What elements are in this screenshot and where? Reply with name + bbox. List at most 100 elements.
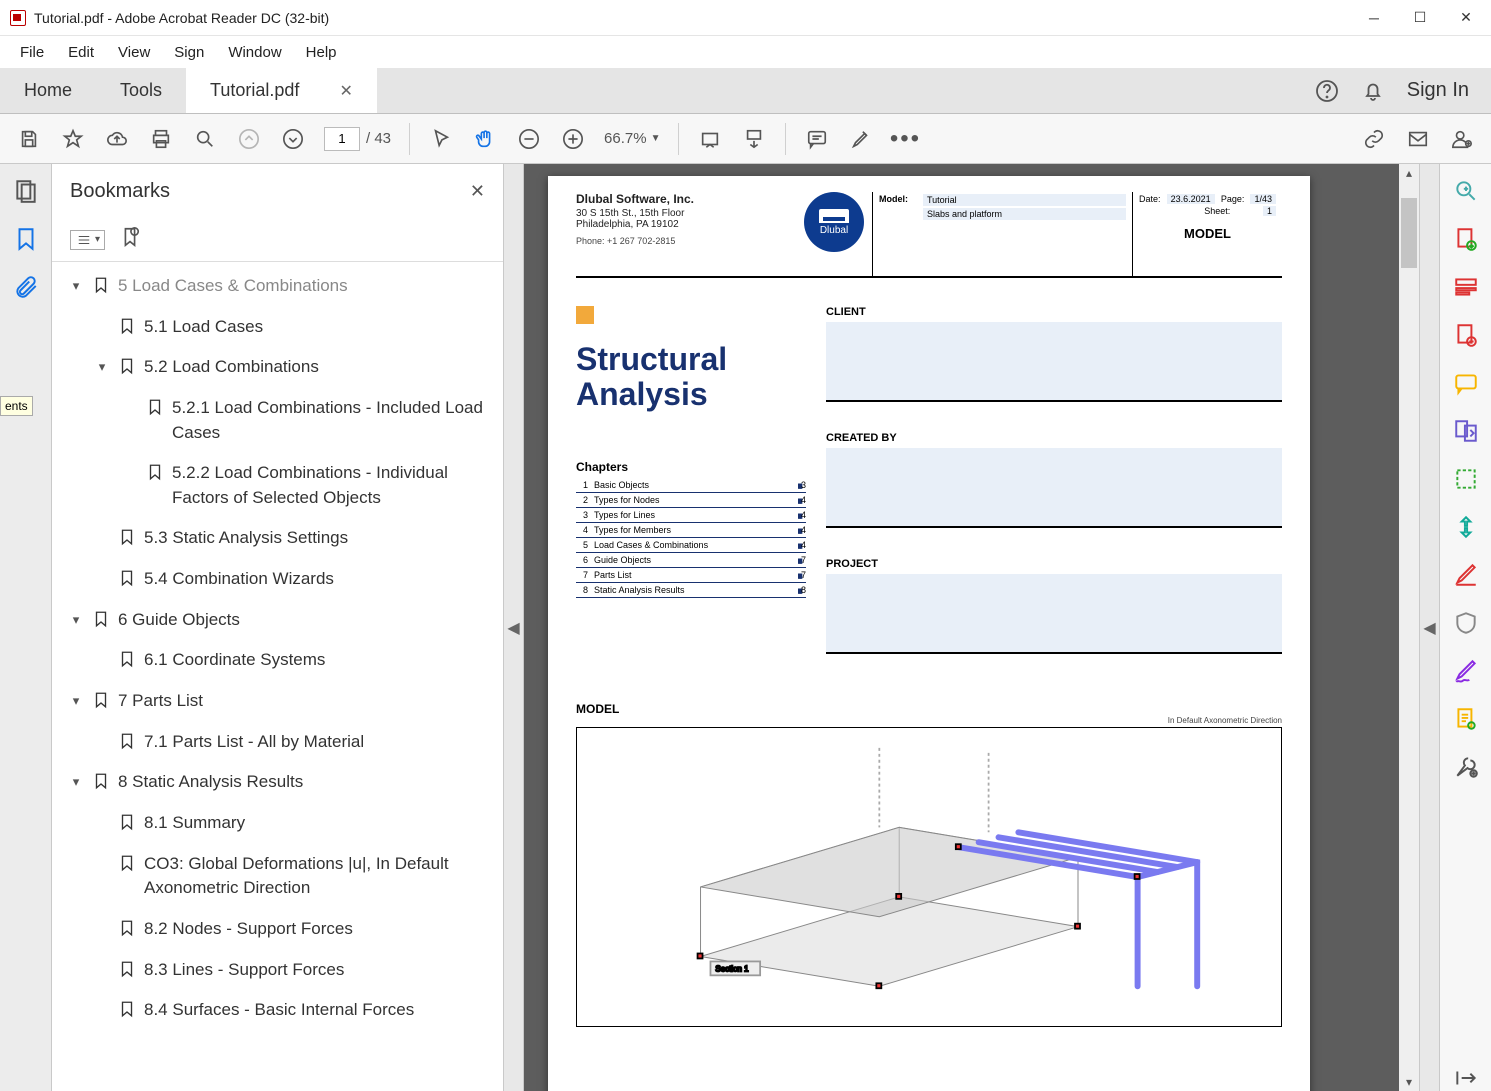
bookmark-item[interactable]: 5.4 Combination Wizards <box>52 559 499 600</box>
bookmark-item[interactable]: 8.3 Lines - Support Forces <box>52 950 499 991</box>
company-name: Dlubal Software, Inc. <box>576 192 796 206</box>
chapters-table: 1Basic Objects32Types for Nodes43Types f… <box>576 478 806 598</box>
save-icon[interactable] <box>16 126 42 152</box>
hand-tool-icon[interactable] <box>472 126 498 152</box>
thumbnails-icon[interactable] <box>13 178 39 204</box>
comment-tool-icon[interactable] <box>1453 370 1479 396</box>
menu-file[interactable]: File <box>14 40 50 65</box>
tab-home[interactable]: Home <box>0 68 96 113</box>
bookmark-item[interactable]: 7.1 Parts List - All by Material <box>52 722 499 763</box>
notifications-icon[interactable] <box>1361 79 1385 103</box>
expand-rail-icon[interactable] <box>1453 1065 1479 1091</box>
compress-icon[interactable] <box>1453 514 1479 540</box>
fit-width-icon[interactable] <box>697 126 723 152</box>
menu-sign[interactable]: Sign <box>168 40 210 65</box>
bookmark-label: 8.1 Summary <box>144 811 493 836</box>
tab-document[interactable]: Tutorial.pdf ✕ <box>186 68 377 113</box>
comment-icon[interactable] <box>804 126 830 152</box>
menu-bar: File Edit View Sign Window Help <box>0 36 1491 68</box>
zoom-in-icon[interactable] <box>560 126 586 152</box>
bookmark-label: 5.2.1 Load Combinations - Included Load … <box>172 396 493 445</box>
vertical-scrollbar[interactable]: ▴▾ <box>1399 164 1419 1091</box>
bookmark-item[interactable]: ▾7 Parts List <box>52 681 499 722</box>
bookmark-item[interactable]: 5.3 Static Analysis Settings <box>52 518 499 559</box>
close-panel-button[interactable]: ✕ <box>470 181 485 202</box>
share-user-icon[interactable] <box>1449 126 1475 152</box>
bookmark-item[interactable]: ▾8 Static Analysis Results <box>52 762 499 803</box>
bookmark-label: 7.1 Parts List - All by Material <box>144 730 493 755</box>
document-viewport[interactable]: Dlubal Software, Inc. 30 S 15th St., 15t… <box>524 164 1419 1091</box>
bookmark-icon <box>118 567 136 589</box>
menu-view[interactable]: View <box>112 40 156 65</box>
selection-tool-icon[interactable] <box>428 126 454 152</box>
window-maximize-button[interactable]: ☐ <box>1397 0 1443 36</box>
zoom-dropdown[interactable]: 66.7% ▼ <box>604 130 660 147</box>
new-bookmark-icon[interactable] <box>119 226 141 253</box>
window-minimize-button[interactable]: ─ <box>1351 0 1397 36</box>
combine-icon[interactable] <box>1453 418 1479 444</box>
highlight-icon[interactable] <box>848 126 874 152</box>
protect-icon[interactable] <box>1453 610 1479 636</box>
close-tab-button[interactable]: ✕ <box>339 81 352 101</box>
chevron-icon[interactable]: ▾ <box>68 611 84 630</box>
bookmark-icon <box>92 770 110 792</box>
scroll-mode-icon[interactable] <box>741 126 767 152</box>
bookmark-item[interactable]: ▾6 Guide Objects <box>52 600 499 641</box>
stamp-icon[interactable] <box>1453 706 1479 732</box>
menu-help[interactable]: Help <box>300 40 343 65</box>
bookmark-item[interactable]: 6.1 Coordinate Systems <box>52 640 499 681</box>
bookmark-item[interactable]: CO3: Global Deformations |u|, In Default… <box>52 844 499 909</box>
bookmarks-list[interactable]: ▾5 Load Cases & Combinations5.1 Load Cas… <box>52 262 503 1091</box>
star-icon[interactable] <box>60 126 86 152</box>
bookmark-item[interactable]: 8.4 Surfaces - Basic Internal Forces <box>52 990 499 1031</box>
svg-text:Section 1: Section 1 <box>715 964 749 973</box>
bookmark-item[interactable]: 5.2.1 Load Combinations - Included Load … <box>52 388 499 453</box>
bookmark-label: 8.3 Lines - Support Forces <box>144 958 493 983</box>
attachments-icon[interactable] <box>13 274 39 300</box>
page-up-icon[interactable] <box>236 126 262 152</box>
edit-pdf-icon[interactable] <box>1453 274 1479 300</box>
collapse-left-button[interactable]: ◀ <box>504 164 524 1091</box>
find-icon[interactable] <box>192 126 218 152</box>
collapse-right-button[interactable]: ◀ <box>1419 164 1439 1091</box>
bookmark-icon <box>118 355 136 377</box>
chevron-icon[interactable]: ▾ <box>68 277 84 296</box>
bookmarks-options-dropdown[interactable]: ▾ <box>70 230 105 250</box>
chevron-icon[interactable]: ▾ <box>94 358 110 377</box>
window-close-button[interactable]: ✕ <box>1443 0 1489 36</box>
bookmark-item[interactable]: 8.2 Nodes - Support Forces <box>52 909 499 950</box>
bookmark-item[interactable]: 8.1 Summary <box>52 803 499 844</box>
organize-icon[interactable] <box>1453 466 1479 492</box>
help-icon[interactable] <box>1315 79 1339 103</box>
zoom-out-icon[interactable] <box>516 126 542 152</box>
bookmark-icon <box>118 730 136 752</box>
bookmark-item[interactable]: ▾5 Load Cases & Combinations <box>52 266 499 307</box>
fill-sign-icon[interactable] <box>1453 658 1479 684</box>
sign-in-button[interactable]: Sign In <box>1407 79 1469 102</box>
menu-edit[interactable]: Edit <box>62 40 100 65</box>
cloud-upload-icon[interactable] <box>104 126 130 152</box>
bookmark-item[interactable]: 5.2.2 Load Combinations - Individual Fac… <box>52 453 499 518</box>
bookmark-item[interactable]: ▾5.2 Load Combinations <box>52 347 499 388</box>
tab-tools[interactable]: Tools <box>96 68 186 113</box>
bookmark-icon <box>118 526 136 548</box>
link-share-icon[interactable] <box>1361 126 1387 152</box>
email-icon[interactable] <box>1405 126 1431 152</box>
search-tool-icon[interactable] <box>1453 178 1479 204</box>
bookmarks-rail-icon[interactable] <box>13 226 39 252</box>
bookmark-item[interactable]: 5.1 Load Cases <box>52 307 499 348</box>
print-icon[interactable] <box>148 126 174 152</box>
more-actions-icon[interactable] <box>1453 754 1479 780</box>
more-tools-icon[interactable]: ••• <box>892 126 918 152</box>
chevron-icon[interactable]: ▾ <box>68 773 84 792</box>
redact-icon[interactable] <box>1453 562 1479 588</box>
bookmark-icon <box>118 852 136 874</box>
page-down-icon[interactable] <box>280 126 306 152</box>
create-pdf-icon[interactable] <box>1453 322 1479 348</box>
bookmark-icon <box>146 396 164 418</box>
chevron-icon[interactable]: ▾ <box>68 692 84 711</box>
menu-window[interactable]: Window <box>222 40 287 65</box>
bookmark-icon <box>118 958 136 980</box>
export-pdf-icon[interactable] <box>1453 226 1479 252</box>
page-number-input[interactable] <box>324 127 360 151</box>
